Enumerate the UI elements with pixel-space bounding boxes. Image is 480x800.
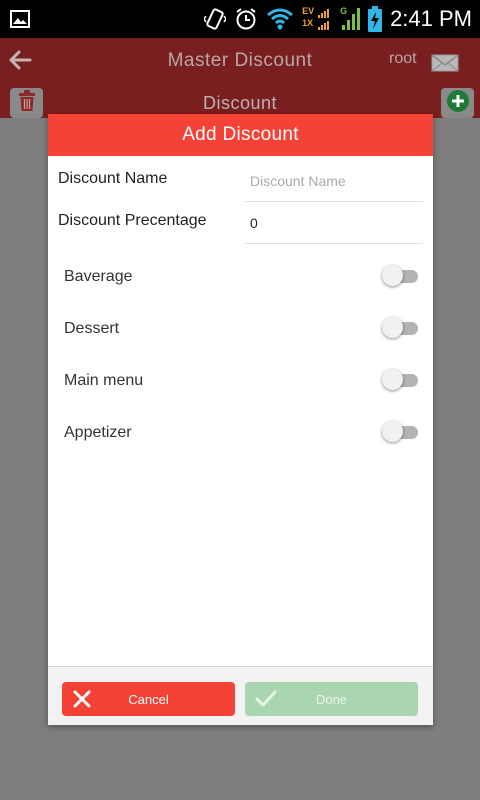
appetizer-switch[interactable]	[382, 420, 418, 442]
trash-icon	[18, 89, 36, 117]
category-toggle-row: Dessert	[48, 310, 433, 350]
done-button[interactable]: Done	[245, 682, 418, 716]
dialog-footer: Cancel Done	[48, 666, 433, 725]
status-bar: EV 1X G 2:41 PM	[0, 0, 480, 38]
sub-title: Discount	[202, 93, 278, 113]
discount-name-row: Discount Name	[48, 160, 433, 202]
network-label-top: EV	[302, 6, 315, 16]
mail-icon[interactable]	[431, 54, 459, 77]
user-name[interactable]: root	[389, 50, 417, 68]
category-toggle-label: Baverage	[64, 268, 133, 285]
baverage-switch[interactable]	[382, 264, 418, 286]
ev-1x-signal-icon: EV 1X	[302, 6, 332, 32]
alarm-icon	[234, 7, 258, 31]
category-toggle-label: Main menu	[64, 372, 144, 389]
add-discount-button[interactable]	[441, 88, 474, 118]
dessert-switch[interactable]	[382, 316, 418, 338]
category-toggle-row: Baverage	[48, 258, 433, 298]
discount-percentage-row: Discount Precentage	[48, 202, 433, 244]
cell-signal-icon: G	[340, 6, 361, 32]
main-menu-switch[interactable]	[382, 368, 418, 390]
discount-percentage-label: Discount Precentage	[58, 212, 207, 229]
cancel-button[interactable]: Cancel	[62, 682, 235, 716]
check-icon	[255, 689, 277, 712]
wifi-icon	[266, 8, 294, 30]
battery-charging-icon	[368, 6, 383, 32]
delete-button[interactable]	[10, 88, 43, 118]
plus-circle-icon	[446, 89, 470, 118]
discount-percentage-input[interactable]	[245, 202, 423, 244]
status-time: 2:41 PM	[390, 6, 472, 31]
category-toggle-row: Main menu	[48, 362, 433, 402]
network-label-bottom: 1X	[302, 18, 314, 28]
vibrate-icon	[204, 7, 227, 31]
category-toggle-row: Appetizer	[48, 414, 433, 454]
gallery-notification-icon	[10, 9, 30, 34]
screen: EV 1X G 2:41 PM Master Discount root Dis…	[0, 0, 480, 800]
category-toggle-label: Appetizer	[64, 424, 132, 441]
category-toggle-label: Dessert	[64, 320, 120, 337]
discount-name-input[interactable]	[245, 160, 423, 202]
app-bar: Master Discount root	[0, 38, 480, 88]
close-icon	[72, 689, 92, 712]
dialog-title: Add Discount	[48, 114, 433, 156]
discount-name-label: Discount Name	[58, 170, 168, 187]
add-discount-dialog: Add Discount Discount Name Discount Prec…	[48, 114, 433, 725]
